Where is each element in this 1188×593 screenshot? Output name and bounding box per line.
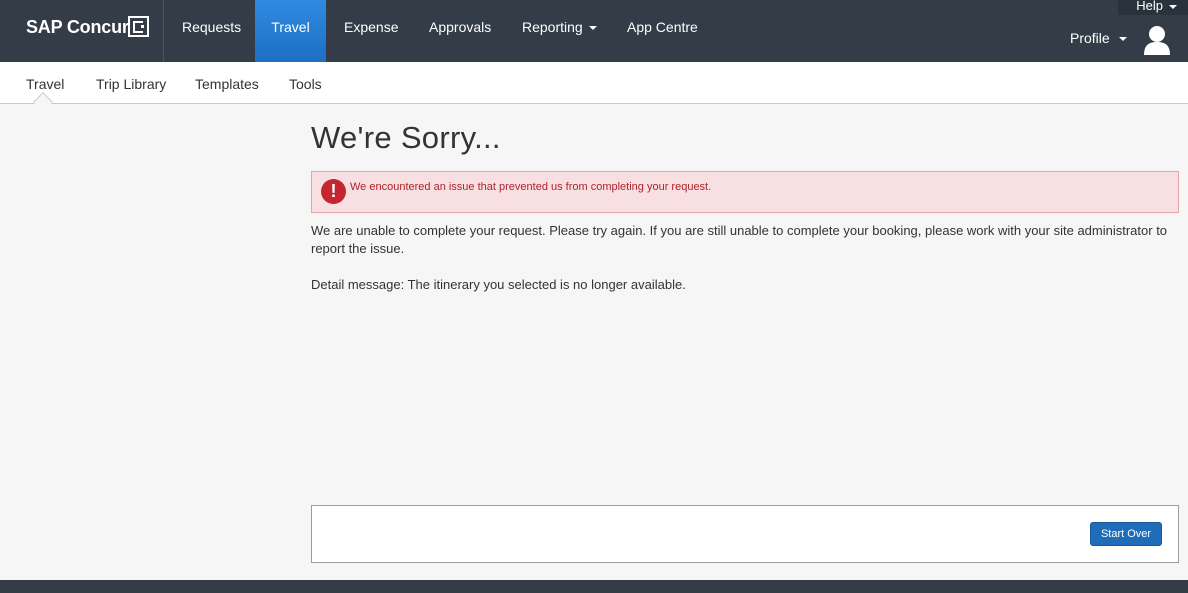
subnav-tools[interactable]: Tools	[289, 76, 322, 92]
nav-app-centre-label: App Centre	[627, 19, 698, 35]
nav-travel-label: Travel	[271, 19, 310, 35]
exclamation-icon: !	[321, 179, 346, 204]
nav-travel[interactable]: Travel	[255, 0, 326, 62]
sub-nav-bar: Travel Trip Library Templates Tools	[0, 62, 1188, 112]
brand-logo[interactable]: SAP Concur	[0, 0, 164, 62]
action-panel: Start Over	[311, 505, 1179, 563]
nav-app-centre[interactable]: App Centre	[627, 0, 698, 62]
user-avatar-icon[interactable]	[1143, 24, 1171, 56]
nav-expense-label: Expense	[344, 19, 399, 35]
active-tab-pointer	[33, 92, 53, 112]
profile-label: Profile	[1070, 30, 1110, 46]
nav-approvals-label: Approvals	[429, 19, 492, 35]
subnav-templates[interactable]: Templates	[195, 76, 259, 92]
error-alert: ! We encountered an issue that prevented…	[311, 171, 1179, 213]
footer-bar	[0, 580, 1188, 593]
subnav-travel[interactable]: Travel	[26, 76, 64, 92]
top-nav-bar: SAP Concur Requests Travel Expense Appro…	[0, 0, 1188, 62]
help-menu[interactable]: Help	[1118, 0, 1188, 15]
chevron-down-icon	[1118, 37, 1127, 42]
alert-message: We encountered an issue that prevented u…	[350, 181, 712, 193]
start-over-button[interactable]: Start Over	[1090, 522, 1162, 546]
concur-logo-icon	[128, 16, 149, 37]
subnav-trip-library[interactable]: Trip Library	[96, 76, 166, 92]
chevron-down-icon	[588, 26, 597, 31]
help-label: Help	[1136, 0, 1163, 13]
brand-name: SAP Concur	[26, 17, 129, 37]
nav-requests-label: Requests	[182, 19, 242, 35]
profile-menu[interactable]: Profile	[1070, 30, 1127, 46]
nav-requests[interactable]: Requests	[182, 0, 241, 62]
chevron-down-icon	[1169, 4, 1177, 9]
nav-reporting-label: Reporting	[522, 19, 583, 35]
nav-approvals[interactable]: Approvals	[429, 0, 491, 62]
page-title: We're Sorry...	[311, 120, 501, 155]
nav-reporting[interactable]: Reporting	[522, 0, 597, 62]
detail-message: Detail message: The itinerary you select…	[311, 277, 686, 292]
nav-expense[interactable]: Expense	[344, 0, 398, 62]
error-description: We are unable to complete your request. …	[311, 223, 1168, 256]
